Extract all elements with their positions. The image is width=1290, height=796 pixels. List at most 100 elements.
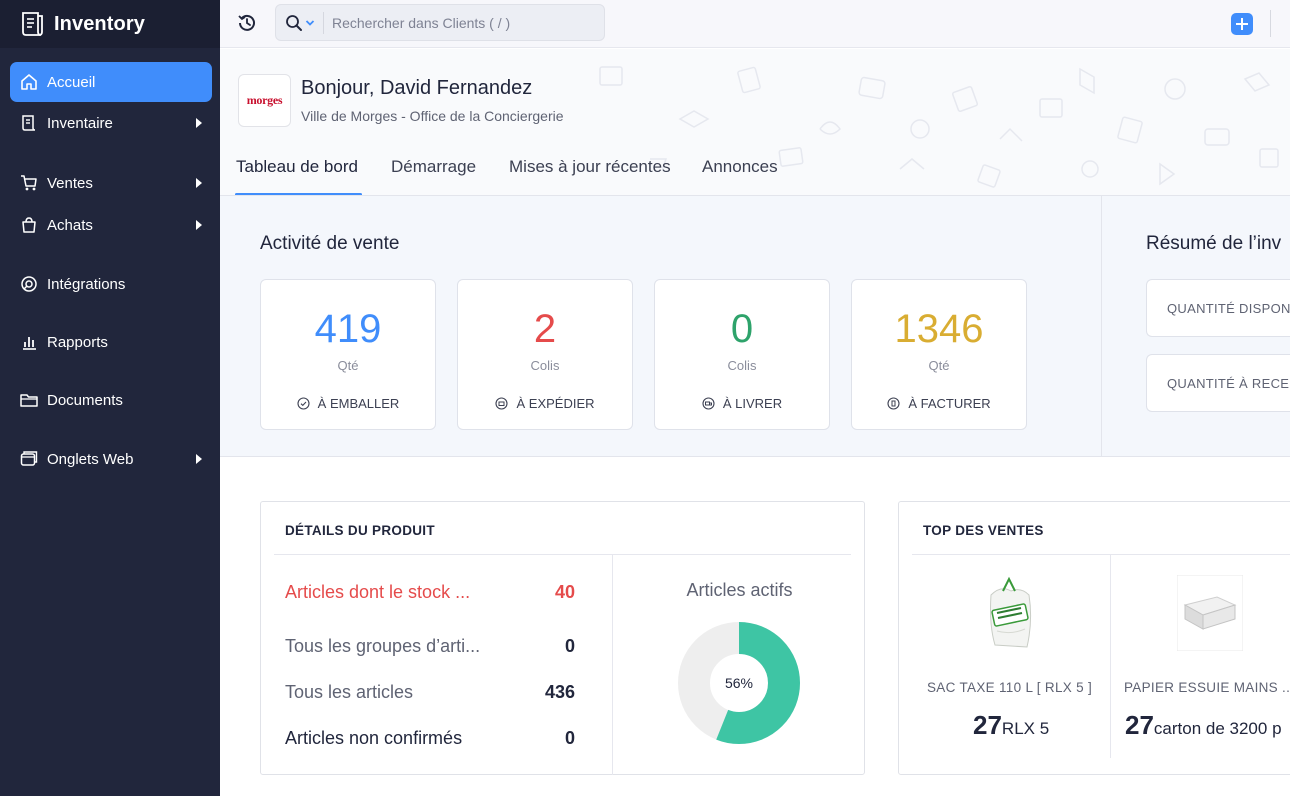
tab-annonces[interactable]: Annonces <box>702 157 778 177</box>
truck-circle-icon <box>702 397 715 410</box>
donut-percent-label: 56% <box>725 675 753 691</box>
detail-value: 0 <box>564 728 575 748</box>
product-details-title: DÉTAILS DU PRODUIT <box>285 523 435 538</box>
stat-label-text: À EXPÉDIER <box>516 396 595 411</box>
sidebar-item-integrations[interactable]: Intégrations <box>10 264 212 304</box>
inventory-icon <box>22 115 36 131</box>
check-circle-icon <box>297 397 310 410</box>
card-vertical-divider <box>1110 555 1111 758</box>
chevron-right-icon <box>196 118 202 128</box>
stat-card-to-pack[interactable]: 419 Qté À EMBALLER <box>260 279 436 430</box>
stat-label-text: À LIVRER <box>722 396 783 411</box>
sidebar-item-label: Accueil <box>47 73 96 91</box>
product-quantity: 27carton de 3200 p <box>1125 710 1282 741</box>
stat-card-to-invoice[interactable]: 1346 Qté À FACTURER <box>851 279 1027 430</box>
active-items-donut-chart: 56% <box>678 622 800 744</box>
product-name[interactable]: PAPIER ESSUIE MAINS ... <box>1124 680 1290 695</box>
detail-row-unconfirmed[interactable]: Articles non confirmés 0 <box>285 728 575 749</box>
stat-value: 2 <box>533 307 557 351</box>
sidebar-item-rapports[interactable]: Rapports <box>10 322 212 362</box>
bag-icon <box>22 217 36 233</box>
sidebar-item-ventes[interactable]: Ventes <box>10 163 212 203</box>
stat-card-to-ship[interactable]: 2 Colis À EXPÉDIER <box>457 279 633 430</box>
topbar-divider <box>1270 10 1271 37</box>
product-qty-unit: carton de 3200 p <box>1153 719 1282 738</box>
sidebar-item-accueil[interactable]: Accueil <box>10 62 212 102</box>
ship-circle-icon <box>495 397 509 410</box>
detail-row-low-stock[interactable]: Articles dont le stock ... 40 <box>285 582 575 603</box>
detail-row-item-groups[interactable]: Tous les groupes d’arti... 0 <box>285 636 575 657</box>
reports-icon <box>23 337 36 350</box>
sidebar-item-label: Intégrations <box>47 275 126 293</box>
stat-label-text: À FACTURER <box>908 396 991 411</box>
stat-unit: Qté <box>337 358 359 373</box>
tab-mises-a-jour[interactable]: Mises à jour récentes <box>509 157 671 177</box>
detail-label: Tous les groupes d’arti... <box>285 636 481 656</box>
product-qty-value: 27 <box>973 710 1002 740</box>
sidebar-item-label: Onglets Web <box>47 450 134 468</box>
stat-value: 1346 <box>894 307 984 351</box>
invoice-circle-icon <box>887 397 900 410</box>
product-name[interactable]: SAC TAXE 110 L [ RLX 5 ] <box>927 680 1092 695</box>
organization-logo: morges <box>238 74 291 127</box>
stat-unit: Colis <box>530 358 560 373</box>
dashboard-header: morges Bonjour, David Fernandez Ville de… <box>220 49 1290 196</box>
folder-icon <box>20 394 38 407</box>
sidebar-item-achats[interactable]: Achats <box>10 205 212 245</box>
search-input[interactable] <box>332 14 592 31</box>
card-divider <box>912 554 1290 555</box>
history-icon[interactable] <box>236 12 258 34</box>
chevron-right-icon <box>196 220 202 230</box>
top-bar <box>220 0 1290 48</box>
sales-activity-title: Activité de vente <box>260 233 400 254</box>
detail-value: 0 <box>564 636 575 656</box>
stat-label: À LIVRER <box>655 396 829 411</box>
sidebar-item-inventaire[interactable]: Inventaire <box>10 103 212 143</box>
search-icon[interactable] <box>285 14 303 32</box>
sidebar-item-onglets-web[interactable]: Onglets Web <box>10 439 212 479</box>
sidebar-item-label: Rapports <box>47 333 108 351</box>
integrations-icon <box>21 276 37 292</box>
section-divider <box>1101 196 1102 457</box>
stat-card-to-deliver[interactable]: 0 Colis À LIVRER <box>654 279 830 430</box>
web-tabs-icon <box>20 451 38 466</box>
active-items-chart-title: Articles actifs <box>686 580 793 600</box>
stat-label: À EXPÉDIER <box>458 396 632 411</box>
stat-unit: Qté <box>928 358 950 373</box>
app-name: Inventory <box>54 12 145 35</box>
stat-value: 0 <box>730 307 754 351</box>
detail-label: Tous les articles <box>285 682 414 702</box>
search-divider <box>323 11 324 34</box>
tab-tableau-de-bord[interactable]: Tableau de bord <box>236 157 358 177</box>
sales-activity-section: Activité de vente 419 Qté À EMBALLER 2 C… <box>220 196 1290 457</box>
chevron-right-icon <box>196 178 202 188</box>
sidebar-item-label: Ventes <box>47 174 93 192</box>
quick-create-button[interactable] <box>1231 13 1253 35</box>
home-icon <box>21 74 37 90</box>
product-qty-value: 27 <box>1125 710 1154 740</box>
stat-label: À FACTURER <box>852 396 1026 411</box>
sidebar-item-label: Achats <box>47 216 93 234</box>
tab-demarrage[interactable]: Démarrage <box>391 157 476 177</box>
detail-label: Articles dont le stock ... <box>285 582 471 602</box>
stat-unit: Colis <box>727 358 757 373</box>
inventory-summary-title: Résumé de l’inv <box>1146 233 1282 254</box>
sidebar-item-label: Documents <box>47 391 123 409</box>
brand[interactable]: Inventory <box>0 0 220 48</box>
sidebar-item-documents[interactable]: Documents <box>10 380 212 420</box>
chevron-down-icon[interactable] <box>305 19 315 27</box>
product-details-card: DÉTAILS DU PRODUIT Articles dont le stoc… <box>260 501 865 775</box>
detail-value: 436 <box>544 682 575 702</box>
card-divider <box>274 554 851 555</box>
detail-value: 40 <box>554 582 575 602</box>
summary-quantity-available[interactable]: QUANTITÉ DISPON <box>1146 279 1290 337</box>
search-box <box>275 4 605 41</box>
stat-label: À EMBALLER <box>261 396 435 411</box>
summary-quantity-to-receive[interactable]: QUANTITÉ À RECE <box>1146 354 1290 412</box>
stat-value: 419 <box>314 307 382 351</box>
trash-bag-image[interactable] <box>981 575 1039 651</box>
paper-towel-image[interactable] <box>1177 575 1243 651</box>
organization-name: Ville de Morges - Office de la Concierge… <box>301 108 564 124</box>
sidebar: Inventory Accueil Inventaire Ventes Acha… <box>0 0 220 796</box>
detail-row-all-items[interactable]: Tous les articles 436 <box>285 682 575 703</box>
